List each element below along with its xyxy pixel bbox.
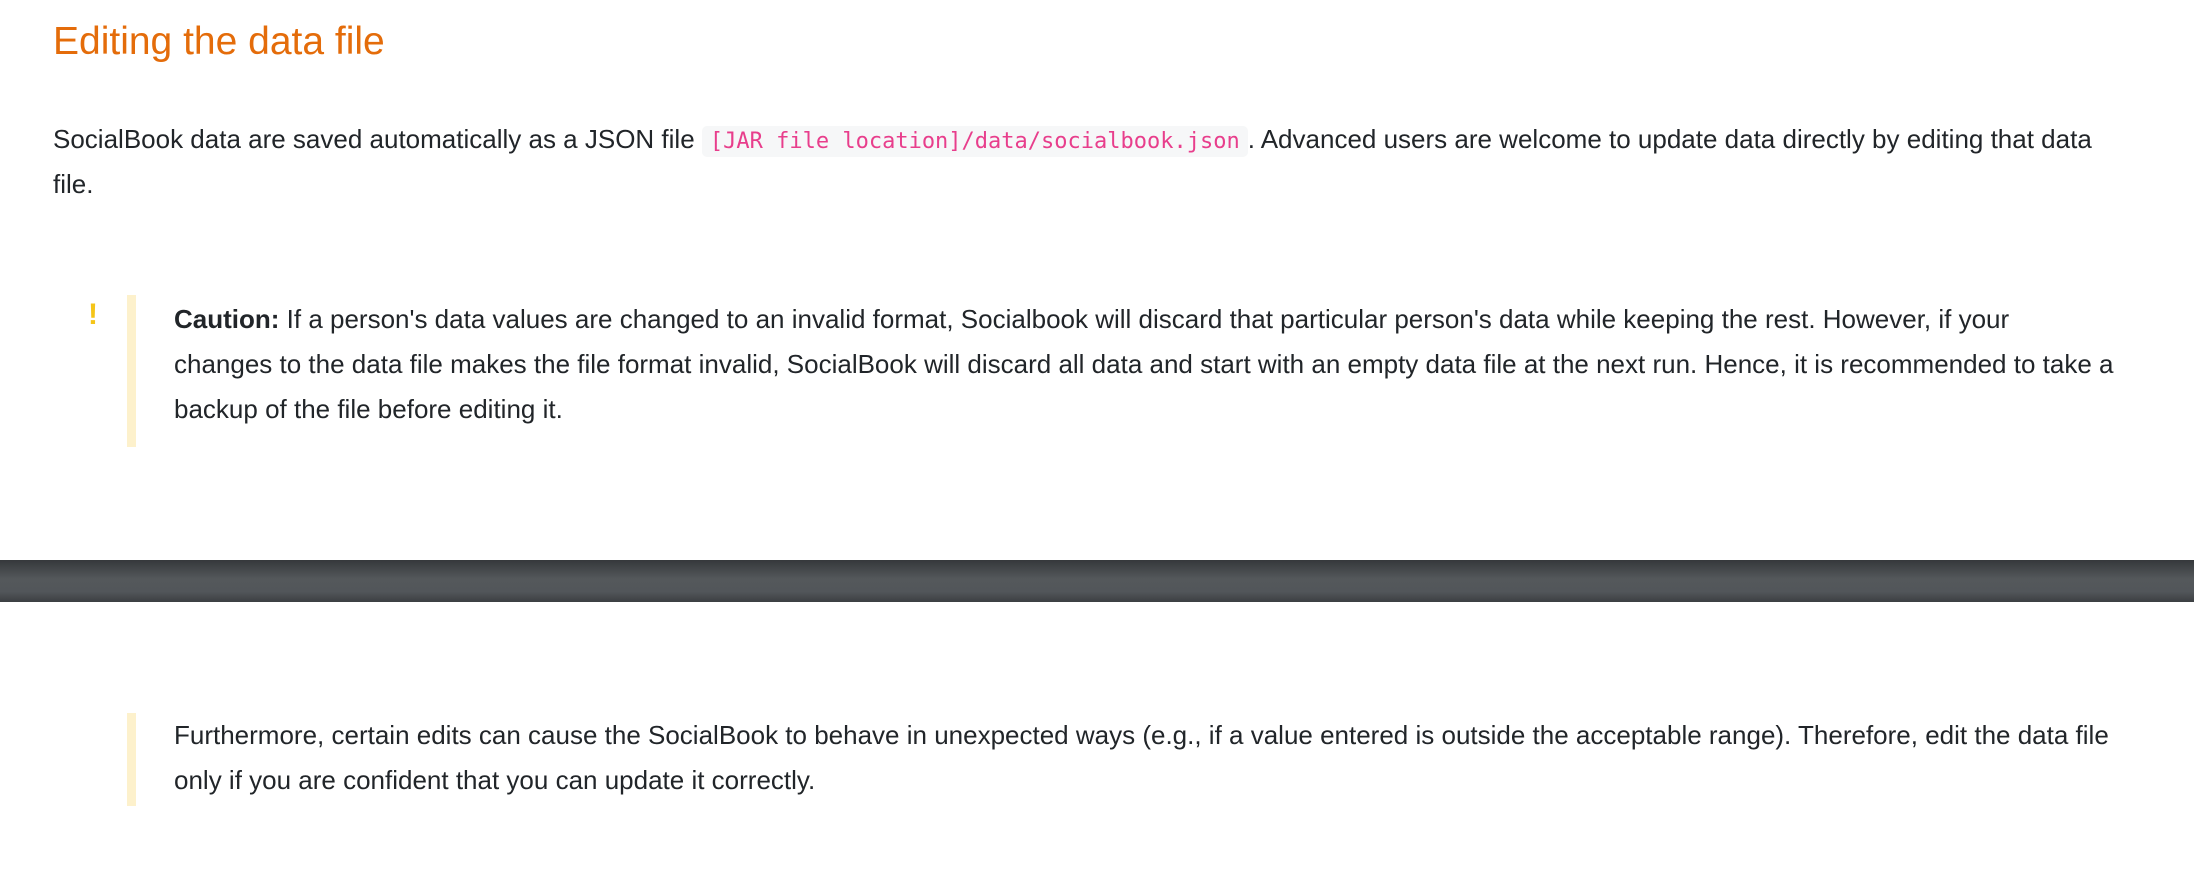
caution-callout: Caution: If a person's data values are c…: [127, 295, 2114, 447]
intro-paragraph: SocialBook data are saved automatically …: [53, 118, 2133, 206]
caution-text: Caution: If a person's data values are c…: [174, 295, 2114, 432]
intro-text: SocialBook data are saved automatically …: [53, 124, 702, 154]
exclamation-icon: !: [88, 298, 98, 331]
caution-label: Caution:: [174, 304, 280, 334]
section-heading: Editing the data file: [53, 20, 385, 63]
note-callout: Furthermore, certain edits can cause the…: [127, 713, 2114, 806]
note-text: Furthermore, certain edits can cause the…: [174, 720, 2109, 795]
file-path-code: [JAR file location]/data/socialbook.json: [701, 126, 1248, 157]
caution-body: If a person's data values are changed to…: [174, 304, 2114, 424]
page-divider-band: [0, 560, 2194, 602]
